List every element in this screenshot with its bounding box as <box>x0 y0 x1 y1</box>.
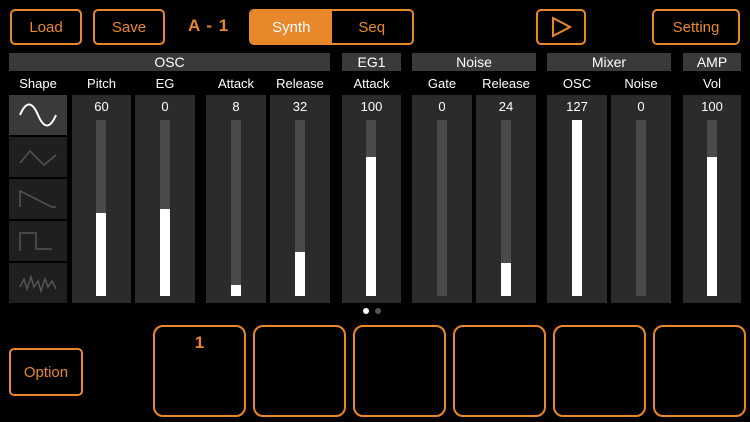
pad-label: 1 <box>194 333 205 352</box>
amp-vol-label: Vol <box>702 76 722 91</box>
load-button[interactable]: Load <box>10 9 82 45</box>
eg-label: EG <box>155 76 175 91</box>
osc-attack-label: Attack <box>217 76 255 91</box>
section-eg1: EG1 <box>342 53 401 71</box>
square-wave-icon <box>19 232 52 251</box>
pad-5[interactable] <box>553 325 646 417</box>
pad-2[interactable] <box>253 325 346 417</box>
shape-triangle-button[interactable] <box>9 137 67 177</box>
option-button[interactable]: Option <box>9 348 83 396</box>
sine-wave-icon <box>19 103 57 127</box>
mixer-noise-value: 0 <box>637 99 645 114</box>
osc-attack-fill <box>231 284 241 296</box>
mixer-osc-track[interactable] <box>572 120 582 296</box>
section-amp: AMP <box>683 53 741 71</box>
tab-synth[interactable]: Synth <box>251 11 332 43</box>
noise-gate-label: Gate <box>427 76 457 91</box>
mixer-osc-fill <box>572 120 582 296</box>
amp-vol-fill <box>707 157 717 296</box>
osc-release-label: Release <box>276 76 324 91</box>
osc-release-value: 32 <box>292 99 308 114</box>
setting-button[interactable]: Setting <box>652 9 740 45</box>
triangle-wave-icon <box>19 149 57 167</box>
pad-1[interactable]: 1 <box>153 325 246 417</box>
mixer-osc-label: OSC <box>562 76 592 91</box>
page-dot[interactable] <box>363 308 369 314</box>
amp-vol-value: 100 <box>701 99 723 114</box>
sawtooth-wave-icon <box>19 189 56 208</box>
eg-fill <box>160 208 170 296</box>
noise-release-label: Release <box>482 76 530 91</box>
page-indicator[interactable] <box>363 308 381 314</box>
noise-release-value: 24 <box>498 99 514 114</box>
eg1-attack-value: 100 <box>360 99 383 114</box>
pad-6[interactable] <box>653 325 746 417</box>
eg-track[interactable] <box>160 120 170 296</box>
section-mixer: Mixer <box>547 53 671 71</box>
section-noise: Noise <box>412 53 536 71</box>
pad-3[interactable] <box>353 325 446 417</box>
pitch-track[interactable] <box>96 120 106 296</box>
page-dot[interactable] <box>375 308 381 314</box>
osc-release-track[interactable] <box>295 120 305 296</box>
osc-release-fill <box>295 251 305 296</box>
tab-seq[interactable]: Seq <box>331 11 412 43</box>
noise-release-fill <box>501 262 511 296</box>
amp-vol-track[interactable] <box>707 120 717 296</box>
eg1-attack-track[interactable] <box>366 120 376 296</box>
section-osc: OSC <box>9 53 330 71</box>
eg-value: 0 <box>161 99 169 114</box>
noise-gate-value: 0 <box>438 99 446 114</box>
eg1-attack-label: Attack <box>353 76 390 91</box>
eg1-attack-fill <box>366 157 376 296</box>
shape-sawtooth-button[interactable] <box>9 179 67 219</box>
osc-attack-value: 8 <box>232 99 240 114</box>
mixer-noise-label: Noise <box>624 76 658 91</box>
pitch-label: Pitch <box>87 76 116 91</box>
save-button[interactable]: Save <box>93 9 165 45</box>
pad-4[interactable] <box>453 325 546 417</box>
pitch-fill <box>96 212 106 296</box>
mixer-osc-value: 127 <box>566 99 588 114</box>
mixer-noise-track[interactable] <box>636 120 646 296</box>
noise-release-track[interactable] <box>501 120 511 296</box>
shape-sine-button[interactable] <box>9 95 67 135</box>
osc-attack-track[interactable] <box>231 120 241 296</box>
noise-gate-track[interactable] <box>437 120 447 296</box>
shape-label: Shape <box>19 76 57 91</box>
play-button[interactable] <box>536 9 586 45</box>
mode-tabs: Synth Seq <box>249 9 414 45</box>
shape-noise-button[interactable] <box>9 263 67 303</box>
shape-square-button[interactable] <box>9 221 67 261</box>
patch-name: A - 1 <box>188 16 230 35</box>
noise-wave-icon <box>19 274 57 294</box>
pitch-value: 60 <box>94 99 109 114</box>
play-icon <box>552 16 572 38</box>
